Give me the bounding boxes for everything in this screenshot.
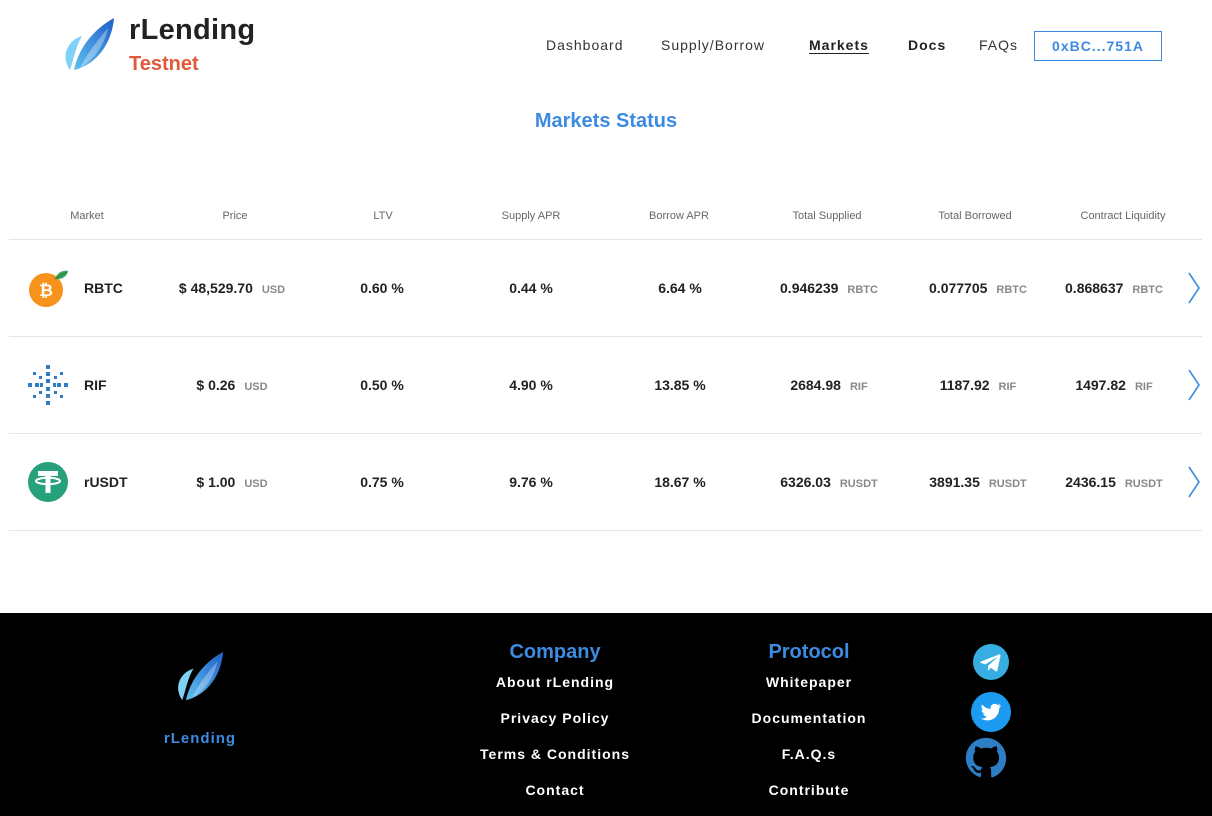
price-value: $ 0.26	[196, 377, 236, 393]
svg-text:₿: ₿	[39, 281, 53, 301]
borrow-apr-cell: 18.67 %	[654, 474, 706, 490]
column-header-total-borrowed: Total Borrowed	[938, 210, 1012, 222]
table-row[interactable]: rUSDT $ 1.00 USD 0.75 % 9.76 % 18.67 % 6…	[9, 434, 1202, 531]
footer-brand: rLending	[163, 730, 237, 747]
twitter-icon[interactable]	[971, 692, 1011, 732]
supply-apr-cell: 0.44 %	[509, 280, 553, 296]
main-nav: Dashboard Supply/Borrow Markets Docs FAQ…	[0, 37, 1212, 57]
total-borrowed-unit: RBTC	[996, 284, 1027, 296]
supply-apr-cell: 4.90 %	[509, 377, 553, 393]
footer-link-privacy[interactable]: Privacy Policy	[435, 708, 675, 744]
column-header-market: Market	[70, 210, 104, 222]
column-header-supply-apr: Supply APR	[501, 210, 561, 222]
nav-docs[interactable]: Docs	[908, 37, 946, 53]
price-cell: $ 48,529.70 USD	[179, 280, 285, 296]
footer-link-about[interactable]: About rLending	[435, 672, 675, 708]
market-name: RIF	[84, 377, 107, 393]
tether-icon	[28, 462, 68, 502]
column-header-borrow-apr: Borrow APR	[649, 210, 709, 222]
markets-table: Market Price LTV Supply APR Borrow APR T…	[9, 196, 1202, 531]
total-borrowed-cell: 1187.92 RIF	[940, 377, 1017, 393]
footer-protocol: Protocol Whitepaper Documentation F.A.Q.…	[689, 641, 929, 816]
ltv-cell: 0.75 %	[360, 474, 404, 490]
supply-apr-cell: 9.76 %	[509, 474, 553, 490]
total-supplied-unit: RUSDT	[839, 478, 878, 490]
total-supplied-value: 6326.03	[780, 474, 831, 490]
rif-icon	[28, 365, 68, 405]
column-header-contract-liquidity: Contract Liquidity	[1080, 210, 1166, 222]
total-supplied-cell: 2684.98 RIF	[790, 377, 867, 393]
nav-markets[interactable]: Markets	[809, 37, 869, 53]
column-header-total-supplied: Total Supplied	[792, 210, 862, 222]
price-value: $ 1.00	[196, 474, 236, 490]
footer-link-terms[interactable]: Terms & Conditions	[435, 744, 675, 780]
total-supplied-value: 0.946239	[780, 280, 839, 296]
chevron-right-icon[interactable]	[1186, 368, 1202, 402]
wallet-address-button[interactable]: 0xBC...751A	[1034, 31, 1162, 61]
total-borrowed-unit: RIF	[998, 381, 1017, 393]
footer-company: Company About rLending Privacy Policy Te…	[435, 641, 675, 816]
borrow-apr-cell: 6.64 %	[658, 280, 702, 296]
chevron-right-icon[interactable]	[1186, 271, 1202, 305]
total-supplied-cell: 0.946239 RBTC	[780, 280, 878, 296]
footer-link-documentation[interactable]: Documentation	[689, 708, 929, 744]
header: rLending Testnet Dashboard Supply/Borrow…	[0, 0, 1212, 92]
ltv-cell: 0.50 %	[360, 377, 404, 393]
market-name: RBTC	[84, 280, 123, 296]
total-borrowed-value: 0.077705	[929, 280, 988, 296]
contract-liquidity-value: 0.868637	[1065, 280, 1124, 296]
nav-dashboard[interactable]: Dashboard	[546, 37, 624, 53]
price-unit: USD	[244, 478, 268, 490]
footer: rLending Company About rLending Privacy …	[0, 613, 1212, 816]
total-supplied-cell: 6326.03 RUSDT	[780, 474, 878, 490]
contract-liquidity-unit: RBTC	[1132, 284, 1163, 296]
price-unit: USD	[244, 381, 268, 393]
telegram-icon[interactable]	[973, 644, 1009, 680]
page-title: Markets Status	[534, 110, 678, 132]
contract-liquidity-value: 1497.82	[1075, 377, 1126, 393]
footer-protocol-title: Protocol	[768, 641, 850, 663]
table-header: Market Price LTV Supply APR Borrow APR T…	[9, 196, 1202, 240]
ltv-cell: 0.60 %	[360, 280, 404, 296]
nav-supply-borrow[interactable]: Supply/Borrow	[661, 37, 765, 53]
total-borrowed-cell: 0.077705 RBTC	[929, 280, 1027, 296]
contract-liquidity-unit: RUSDT	[1124, 478, 1163, 490]
footer-link-whitepaper[interactable]: Whitepaper	[689, 672, 929, 708]
market-name: rUSDT	[84, 474, 128, 490]
contract-liquidity-value: 2436.15	[1065, 474, 1116, 490]
table-row[interactable]: ₿ RBTC $ 48,529.70 USD 0.60 % 0.44 % 6.6…	[9, 240, 1202, 337]
total-supplied-unit: RIF	[849, 381, 868, 393]
footer-link-contribute[interactable]: Contribute	[689, 780, 929, 816]
borrow-apr-cell: 13.85 %	[654, 377, 706, 393]
github-icon[interactable]	[965, 737, 1007, 779]
footer-company-title: Company	[509, 641, 601, 663]
table-row[interactable]: RIF $ 0.26 USD 0.50 % 4.90 % 13.85 % 268…	[9, 337, 1202, 434]
price-unit: USD	[261, 284, 286, 296]
total-supplied-unit: RBTC	[847, 284, 878, 296]
price-cell: $ 0.26 USD	[196, 377, 267, 393]
price-cell: $ 1.00 USD	[196, 474, 267, 490]
total-supplied-value: 2684.98	[790, 377, 841, 393]
column-header-price: Price	[222, 210, 248, 222]
contract-liquidity-unit: RIF	[1134, 381, 1153, 393]
total-borrowed-value: 1187.92	[939, 377, 990, 393]
footer-link-faqs[interactable]: F.A.Q.s	[689, 744, 929, 780]
total-borrowed-unit: RUSDT	[988, 478, 1027, 490]
total-borrowed-cell: 3891.35 RUSDT	[929, 474, 1027, 490]
contract-liquidity-cell: 1497.82 RIF	[1075, 377, 1152, 393]
rlending-logo-icon[interactable]	[171, 650, 227, 702]
total-borrowed-value: 3891.35	[929, 474, 980, 490]
price-value: $ 48,529.70	[178, 280, 253, 296]
footer-link-contact[interactable]: Contact	[435, 780, 675, 816]
contract-liquidity-cell: 2436.15 RUSDT	[1065, 474, 1163, 490]
nav-faqs[interactable]: FAQs	[979, 37, 1018, 53]
column-header-ltv: LTV	[373, 210, 393, 222]
rbtc-icon: ₿	[29, 270, 68, 307]
contract-liquidity-cell: 0.868637 RBTC	[1065, 280, 1163, 296]
chevron-right-icon[interactable]	[1186, 465, 1202, 499]
